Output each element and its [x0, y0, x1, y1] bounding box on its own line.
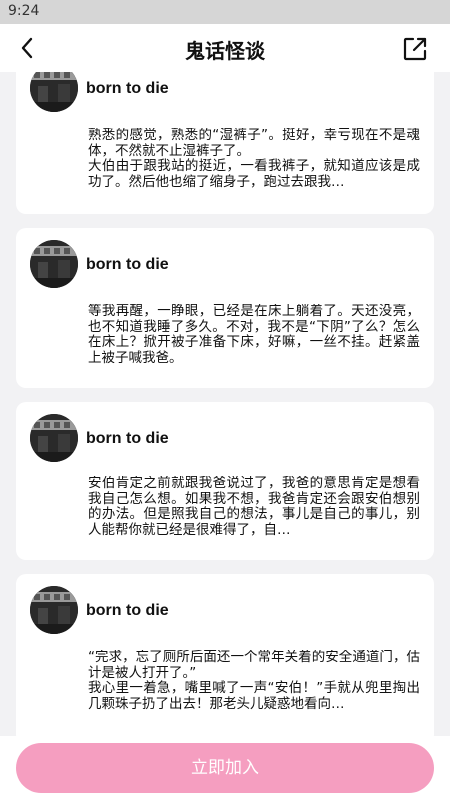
status-bar: 9:24: [0, 0, 450, 24]
post-author: born to die: [86, 80, 169, 97]
post-card[interactable]: born to die “完求，忘了厕所后面还一个常年关着的安全通道门，估计是被…: [16, 574, 434, 736]
post-card[interactable]: born to die 等我再醒，一睁眼，已经是在床上躺着了。天还没亮，也不知道…: [16, 228, 434, 388]
avatar: [30, 240, 78, 288]
post-author: born to die: [86, 602, 169, 619]
share-button[interactable]: [402, 36, 428, 62]
share-external-icon: [403, 37, 427, 61]
post-card[interactable]: born to die 安伯肯定之前就跟我爸说过了，我爸的意思肯定是想看我自己怎…: [16, 402, 434, 560]
bottom-bar: 立即加入: [0, 736, 450, 800]
post-excerpt: 熟悉的感觉，熟悉的“湿裤子”。挺好，幸亏现在不是魂体，不然就不止湿裤子了。 大伯…: [88, 128, 420, 190]
avatar: [30, 586, 78, 634]
join-now-button[interactable]: 立即加入: [16, 743, 434, 793]
post-excerpt: “完求，忘了厕所后面还一个常年关着的安全通道门，估计是被人打开了。” 我心里一着…: [88, 650, 420, 712]
post-excerpt: 等我再醒，一睁眼，已经是在床上躺着了。天还没亮，也不知道我睡了多久。不对，我不是…: [88, 304, 420, 366]
post-author: born to die: [86, 430, 169, 447]
status-time: 9:24: [8, 3, 40, 19]
avatar: [30, 72, 78, 112]
post-author: born to die: [86, 256, 169, 273]
avatar: [30, 414, 78, 462]
post-card[interactable]: born to die 熟悉的感觉，熟悉的“湿裤子”。挺好，幸亏现在不是魂体，不…: [16, 72, 434, 214]
nav-bar: 鬼话怪谈: [0, 24, 450, 72]
post-excerpt: 安伯肯定之前就跟我爸说过了，我爸的意思肯定是想看我自己怎么想。如果我不想，我爸肯…: [88, 476, 420, 538]
story-feed[interactable]: born to die 熟悉的感觉，熟悉的“湿裤子”。挺好，幸亏现在不是魂体，不…: [0, 72, 450, 736]
page-title: 鬼话怪谈: [185, 39, 265, 63]
